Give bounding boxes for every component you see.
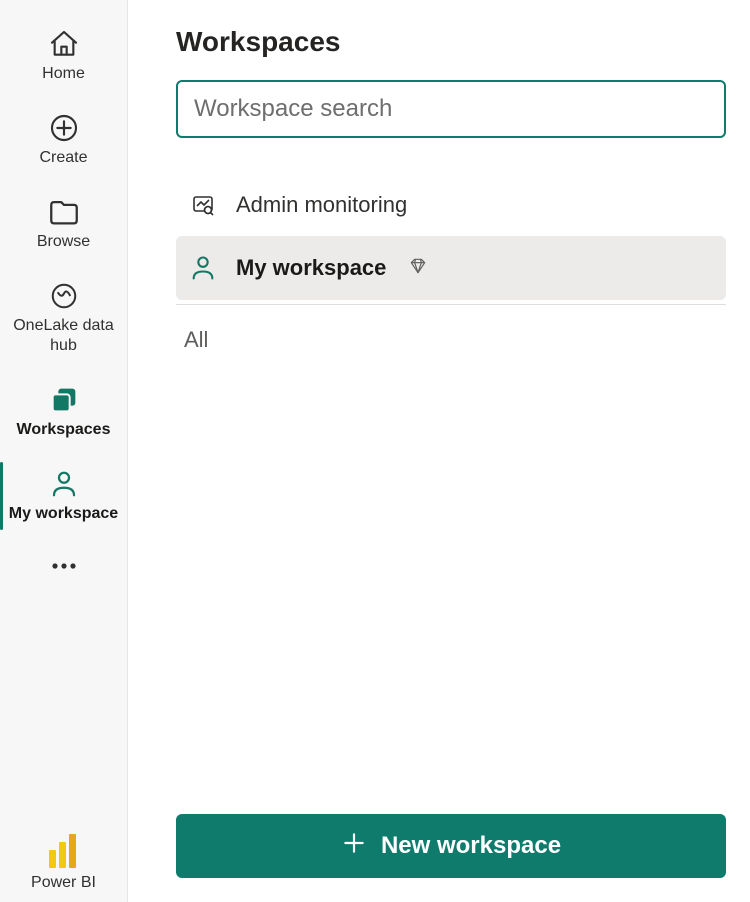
person-icon [188,254,218,282]
home-icon [48,24,80,64]
nav-my-workspace-label: My workspace [9,504,118,524]
workspace-list: Admin monitoring My workspace All [176,174,726,353]
divider [176,304,726,305]
nav-my-workspace[interactable]: My workspace [0,454,127,538]
nav-browse-label: Browse [37,232,90,252]
workspace-search-input[interactable] [176,80,726,138]
more-icon [50,558,78,576]
plus-icon [341,830,367,863]
nav-browse[interactable]: Browse [0,182,127,266]
onelake-icon [49,276,79,316]
workspace-item-label: Admin monitoring [236,192,407,218]
nav-home-label: Home [42,64,85,84]
nav-onelake-label: OneLake data hub [4,316,123,356]
workspaces-icon [47,380,81,420]
workspace-item-label: My workspace [236,255,386,281]
folder-icon [47,192,81,232]
monitoring-icon [188,193,218,217]
nav-more[interactable] [0,538,127,596]
diamond-icon [408,256,428,281]
nav-home[interactable]: Home [0,14,127,98]
left-nav: Home Create Browse OneLake data hub [0,0,128,902]
section-all-label: All [184,327,726,353]
nav-workspaces[interactable]: Workspaces [0,370,127,454]
nav-onelake[interactable]: OneLake data hub [0,266,127,370]
nav-powerbi-label: Power BI [31,874,96,892]
workspaces-panel: Workspaces Admin monitoring [128,0,750,902]
workspace-item-my-workspace[interactable]: My workspace [176,236,726,300]
panel-title: Workspaces [176,26,726,58]
nav-workspaces-label: Workspaces [17,420,111,440]
new-workspace-label: New workspace [381,832,561,860]
new-workspace-button[interactable]: New workspace [176,814,726,878]
plus-circle-icon [48,108,80,148]
nav-create[interactable]: Create [0,98,127,182]
person-icon [49,464,79,504]
powerbi-icon [49,832,79,868]
nav-powerbi[interactable]: Power BI [0,832,127,902]
workspace-item-admin-monitoring[interactable]: Admin monitoring [176,174,726,236]
nav-create-label: Create [39,148,87,168]
